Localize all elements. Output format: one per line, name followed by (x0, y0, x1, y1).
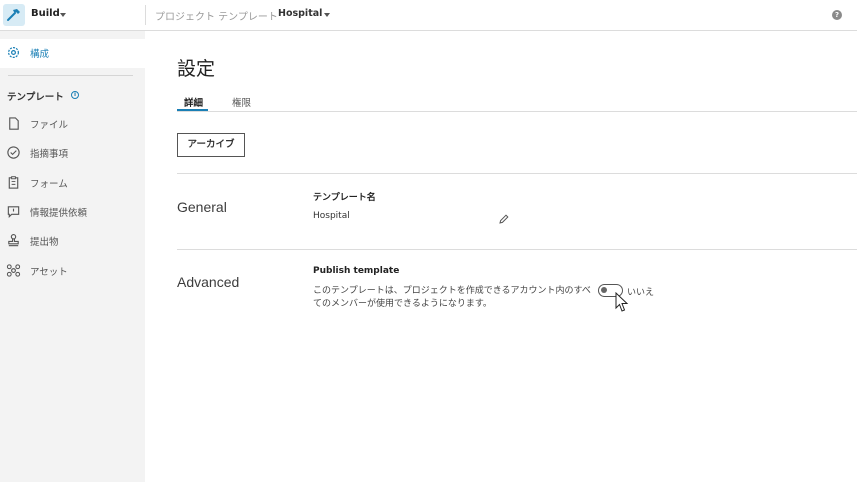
clipboard-icon (6, 175, 21, 194)
check-circle-icon (6, 145, 21, 164)
top-bar: Build プロジェクト テンプレート Hospital ? (0, 0, 857, 31)
sidebar-item-label: 提出物 (30, 237, 59, 248)
tab-permissions[interactable]: 権限 (232, 95, 251, 109)
info-icon[interactable]: i (71, 91, 79, 99)
archive-button[interactable]: アーカイブ (177, 133, 245, 157)
sidebar: 構成 テンプレート i ファイル 指摘事項 フォーム 情報提供依頼 提出物 アセ… (0, 31, 145, 482)
gear-icon (6, 45, 21, 64)
publish-template-description: このテンプレートは、プロジェクトを作成できるアカウント内のすべてのメンバーが使用… (313, 286, 591, 309)
sidebar-item-label: ファイル (30, 120, 69, 131)
sidebar-item-submittals[interactable]: 提出物 (0, 229, 145, 253)
hammer-icon (7, 9, 20, 21)
publish-template-label: Publish template (313, 266, 400, 276)
toggle-knob (601, 287, 607, 293)
sidebar-item-rfi[interactable]: 情報提供依頼 (0, 200, 145, 224)
file-icon (6, 116, 21, 135)
sidebar-heading: テンプレート (7, 92, 64, 103)
divider (177, 173, 857, 174)
chevron-down-icon[interactable] (60, 13, 66, 17)
sidebar-item-label: アセット (30, 267, 68, 278)
asset-icon (6, 263, 21, 282)
sidebar-item-label: 指摘事項 (30, 149, 69, 160)
chevron-down-icon[interactable] (324, 13, 330, 17)
sidebar-item-issues[interactable]: 指摘事項 (0, 141, 145, 165)
stamp-icon (6, 233, 21, 252)
section-general-label: General (177, 199, 227, 215)
section-advanced-label: Advanced (177, 274, 240, 290)
help-icon[interactable]: ? (832, 10, 842, 20)
divider (145, 5, 146, 25)
project-selector[interactable]: Hospital (278, 8, 322, 19)
sidebar-item-forms[interactable]: フォーム (0, 171, 145, 195)
toggle-state-label: いいえ (627, 288, 655, 298)
template-name-label: テンプレート名 (313, 193, 376, 203)
sidebar-item-label: フォーム (30, 179, 68, 190)
divider (177, 111, 857, 112)
sidebar-item-assets[interactable]: アセット (0, 259, 145, 283)
tab-details[interactable]: 詳細 (184, 95, 203, 109)
sidebar-item-settings[interactable]: 構成 (0, 41, 145, 65)
app-logo[interactable] (3, 4, 25, 26)
divider (8, 75, 133, 76)
divider (177, 249, 857, 250)
chat-icon (6, 204, 21, 223)
pencil-icon[interactable] (498, 210, 510, 229)
sidebar-item-label: 構成 (30, 49, 50, 60)
sidebar-item-label: 情報提供依頼 (30, 208, 88, 219)
app-switcher-label[interactable]: Build (31, 8, 60, 19)
sidebar-item-files[interactable]: ファイル (0, 112, 145, 136)
template-name-value: Hospital (313, 211, 350, 221)
page-title: 設定 (177, 58, 216, 80)
breadcrumb-label: プロジェクト テンプレート (155, 12, 278, 23)
mouse-cursor-icon (615, 291, 629, 318)
